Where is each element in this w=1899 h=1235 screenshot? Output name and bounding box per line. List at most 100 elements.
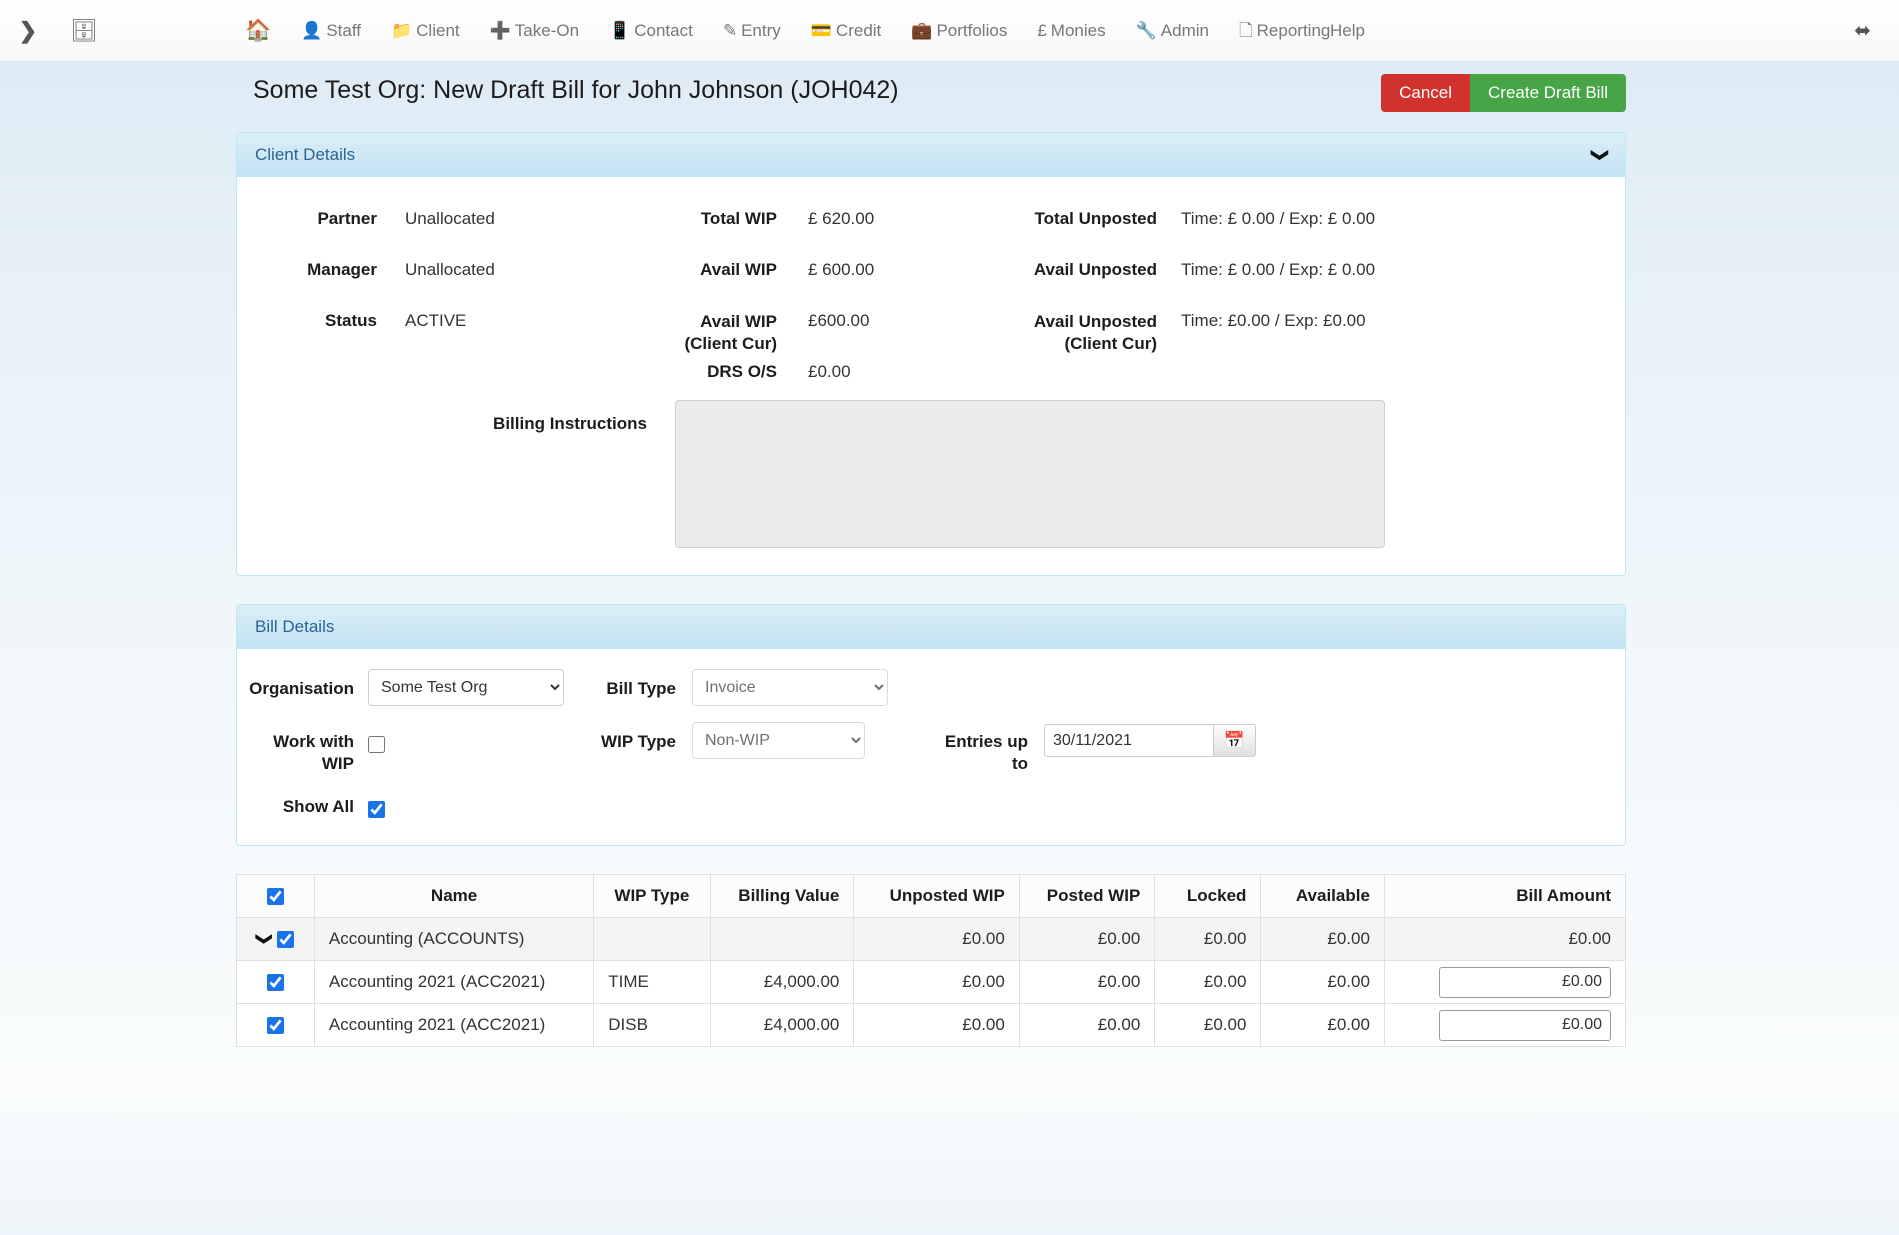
chevron-down-icon[interactable]: ❯ (1590, 147, 1610, 161)
column-header-bill-amount[interactable]: Bill Amount (1384, 875, 1625, 918)
user-icon: 👤 (301, 22, 322, 39)
cell-posted-wip: £0.00 (1019, 961, 1154, 1004)
cell-bill-amount: £0.00 (1384, 918, 1625, 961)
credit-card-icon: 💳 (811, 22, 832, 39)
billing-instructions-textarea[interactable] (675, 400, 1385, 548)
nav-label-monies: Monies (1051, 21, 1106, 41)
briefcase-icon[interactable]: 🗄 (56, 18, 112, 44)
manager-value: Unallocated (377, 246, 647, 280)
nav-item-help[interactable]: Help (1330, 21, 1365, 41)
cell-posted-wip: £0.00 (1019, 918, 1154, 961)
work-with-wip-label: Work withWIP (237, 722, 354, 775)
nav-item-portfolios[interactable]: 💼 Portfolios (896, 0, 1022, 62)
cell-available: £0.00 (1261, 1004, 1385, 1047)
page-background: Some Test Org: New Draft Bill for John J… (0, 62, 1899, 1235)
entries-up-to-label: Entries upto (890, 722, 1028, 775)
organisation-select[interactable]: Some Test Org (368, 669, 564, 706)
nav-item-reporting[interactable]: 🗋 Reporting (1224, 0, 1345, 62)
cell-available: £0.00 (1261, 961, 1385, 1004)
avail-wip-client-cur-label: Avail WIP(Client Cur) (647, 297, 777, 354)
table-header-row: Name WIP Type Billing Value Unposted WIP… (237, 875, 1626, 918)
entries-up-to-field-wrap: 📅 (1028, 722, 1258, 757)
nav-label-credit: Credit (836, 21, 881, 41)
billing-instructions-field-wrap (647, 400, 1385, 553)
bill-details-row-2: Work withWIP WIP Type Non-WIP Entries up… (237, 722, 1625, 775)
client-details-row: DRS O/S £0.00 (237, 348, 1625, 390)
column-header-wip-type[interactable]: WIP Type (594, 875, 710, 918)
avail-wip-value: £ 600.00 (777, 246, 977, 280)
cell-unposted-wip: £0.00 (854, 1004, 1019, 1047)
wip-type-select[interactable]: Non-WIP (692, 722, 865, 759)
row-select-cell: ❯ (237, 918, 315, 961)
client-details-panel: Client Details ❯ Partner Unallocated Tot… (236, 132, 1626, 576)
nav-item-home[interactable]: 🏠 (230, 0, 286, 62)
nav-label-entry: Entry (741, 21, 781, 41)
column-header-locked[interactable]: Locked (1155, 875, 1261, 918)
avail-wip-label: Avail WIP (647, 246, 777, 280)
column-header-billing-value[interactable]: Billing Value (710, 875, 854, 918)
bill-details-panel: Bill Details Organisation Some Test Org … (236, 604, 1626, 846)
total-wip-value: £ 620.00 (777, 195, 977, 229)
entries-up-to-input[interactable] (1044, 724, 1214, 757)
client-details-body: Partner Unallocated Total WIP £ 620.00 T… (237, 177, 1625, 575)
nav-item-staff[interactable]: 👤 Staff (286, 0, 376, 62)
nav-label-take-on: Take-On (515, 21, 579, 41)
nav-item-client[interactable]: 📁 Client (376, 0, 475, 62)
cell-name: Accounting (ACCOUNTS) (314, 918, 593, 961)
work-with-wip-checkbox[interactable] (368, 736, 385, 753)
nav-menu: 🏠 👤 Staff 📁 Client ➕ Take-On 📱 Contact ✎… (230, 0, 1345, 62)
calendar-icon[interactable]: 📅 (1214, 724, 1256, 757)
nav-item-admin[interactable]: 🔧 Admin (1121, 0, 1224, 62)
avail-unposted-client-cur-value: Time: £0.00 / Exp: £0.00 (1157, 297, 1487, 331)
show-all-checkbox[interactable] (368, 801, 385, 818)
select-all-checkbox[interactable] (267, 888, 284, 905)
cell-bill-amount (1384, 961, 1625, 1004)
bill-details-panel-header[interactable]: Bill Details (237, 605, 1625, 649)
cell-unposted-wip: £0.00 (854, 961, 1019, 1004)
cancel-button[interactable]: Cancel (1381, 74, 1470, 112)
nav-item-monies[interactable]: £ Monies (1022, 0, 1120, 62)
arrows-horizontal-icon[interactable]: ⬌ (1854, 18, 1871, 43)
nav-item-take-on[interactable]: ➕ Take-On (475, 0, 594, 62)
column-header-unposted-wip[interactable]: Unposted WIP (854, 875, 1019, 918)
avail-unposted-value: Time: £ 0.00 / Exp: £ 0.00 (1157, 246, 1487, 280)
client-details-row: Partner Unallocated Total WIP £ 620.00 T… (237, 195, 1625, 246)
bill-details-row-1: Organisation Some Test Org Bill Type Inv… (237, 669, 1625, 706)
nav-item-contact[interactable]: 📱 Contact (594, 0, 708, 62)
chevron-right-icon[interactable]: ❯ (0, 18, 56, 44)
mobile-icon: 📱 (609, 22, 630, 39)
select-all-header (237, 875, 315, 918)
bill-details-body: Organisation Some Test Org Bill Type Inv… (237, 649, 1625, 845)
nav-item-credit[interactable]: 💳 Credit (796, 0, 897, 62)
row-checkbox[interactable] (267, 1017, 284, 1034)
column-header-available[interactable]: Available (1261, 875, 1385, 918)
column-header-name[interactable]: Name (314, 875, 593, 918)
home-icon: 🏠 (245, 20, 271, 41)
total-wip-label: Total WIP (647, 195, 777, 229)
client-details-panel-header[interactable]: Client Details ❯ (237, 133, 1625, 177)
cell-name: Accounting 2021 (ACC2021) (314, 961, 593, 1004)
bill-amount-input[interactable] (1439, 967, 1611, 998)
nav-label-staff: Staff (326, 21, 361, 41)
cell-unposted-wip: £0.00 (854, 918, 1019, 961)
status-value: ACTIVE (377, 297, 647, 331)
row-checkbox[interactable] (267, 974, 284, 991)
nav-item-entry[interactable]: ✎ Entry (708, 0, 796, 62)
bill-lines-table-body: ❯ Accounting (ACCOUNTS) £0.00 £0.00 £0.0… (237, 918, 1626, 1047)
bill-amount-input[interactable] (1439, 1010, 1611, 1041)
nav-label-admin: Admin (1161, 21, 1209, 41)
cell-wip-type (594, 918, 710, 961)
manager-label: Manager (237, 246, 377, 280)
nav-label-portfolios: Portfolios (936, 21, 1007, 41)
organisation-field-wrap: Some Test Org (354, 669, 558, 706)
avail-unposted-client-cur-label: Avail Unposted(Client Cur) (977, 297, 1157, 354)
table-row: Accounting 2021 (ACC2021) TIME £4,000.00… (237, 961, 1626, 1004)
bill-type-select[interactable]: Invoice (692, 669, 888, 706)
row-checkbox[interactable] (277, 931, 294, 948)
report-icon: 🗋 (1239, 22, 1253, 39)
client-details-row: Manager Unallocated Avail WIP £ 600.00 A… (237, 246, 1625, 297)
chevron-down-icon[interactable]: ❯ (256, 932, 272, 945)
create-draft-bill-button[interactable]: Create Draft Bill (1470, 74, 1626, 112)
empty-label-2 (977, 348, 1157, 362)
column-header-posted-wip[interactable]: Posted WIP (1019, 875, 1154, 918)
